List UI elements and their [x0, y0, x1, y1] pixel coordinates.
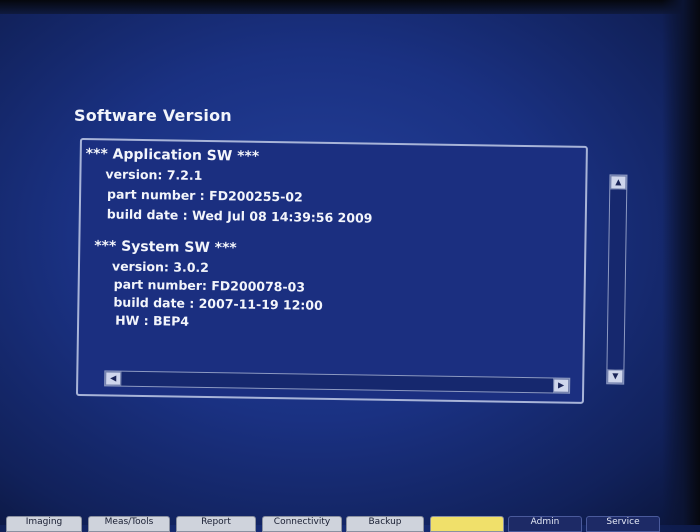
system-sw-hw: HW : BEP4: [115, 312, 190, 329]
softkey-active[interactable]: [430, 516, 504, 532]
vertical-scrollbar[interactable]: ▲ ▼: [606, 174, 628, 385]
softkey-meas-tools[interactable]: Meas/Tools: [88, 516, 170, 532]
arrow-left-icon[interactable]: ◀: [105, 371, 122, 386]
softkey-imaging[interactable]: Imaging: [6, 516, 82, 532]
application-sw-part-number: part number : FD200255-02: [107, 186, 303, 205]
softkey-connectivity[interactable]: Connectivity: [262, 516, 342, 532]
arrow-down-icon[interactable]: ▼: [607, 369, 624, 384]
softkey-service[interactable]: Service: [586, 516, 660, 532]
arrow-up-icon[interactable]: ▲: [610, 175, 627, 190]
version-text-area: *** Application SW *** version: 7.2.1 pa…: [78, 140, 586, 402]
application-sw-header: *** Application SW ***: [85, 146, 260, 165]
system-sw-build-date: build date : 2007-11-19 12:00: [113, 294, 323, 313]
system-sw-header: *** System SW ***: [94, 238, 237, 257]
system-sw-part-number: part number: FD200078-03: [113, 276, 306, 295]
softkey-admin[interactable]: Admin: [508, 516, 582, 532]
system-sw-version: version: 3.0.2: [111, 258, 210, 276]
softkey-report[interactable]: Report: [176, 516, 256, 532]
application-sw-build-date: build date : Wed Jul 08 14:39:56 2009: [106, 206, 373, 226]
version-info-panel: *** Application SW *** version: 7.2.1 pa…: [75, 138, 628, 404]
softkey-bar: Imaging Meas/Tools Report Connectivity B…: [0, 514, 700, 532]
softkey-backup[interactable]: Backup: [346, 516, 424, 532]
monitor-bezel-right: [662, 0, 700, 525]
monitor-bezel-top: [0, 0, 700, 14]
arrow-right-icon[interactable]: ▶: [553, 378, 570, 393]
application-sw-version: version: 7.2.1: [105, 166, 203, 183]
page-title: Software Version: [74, 106, 232, 125]
